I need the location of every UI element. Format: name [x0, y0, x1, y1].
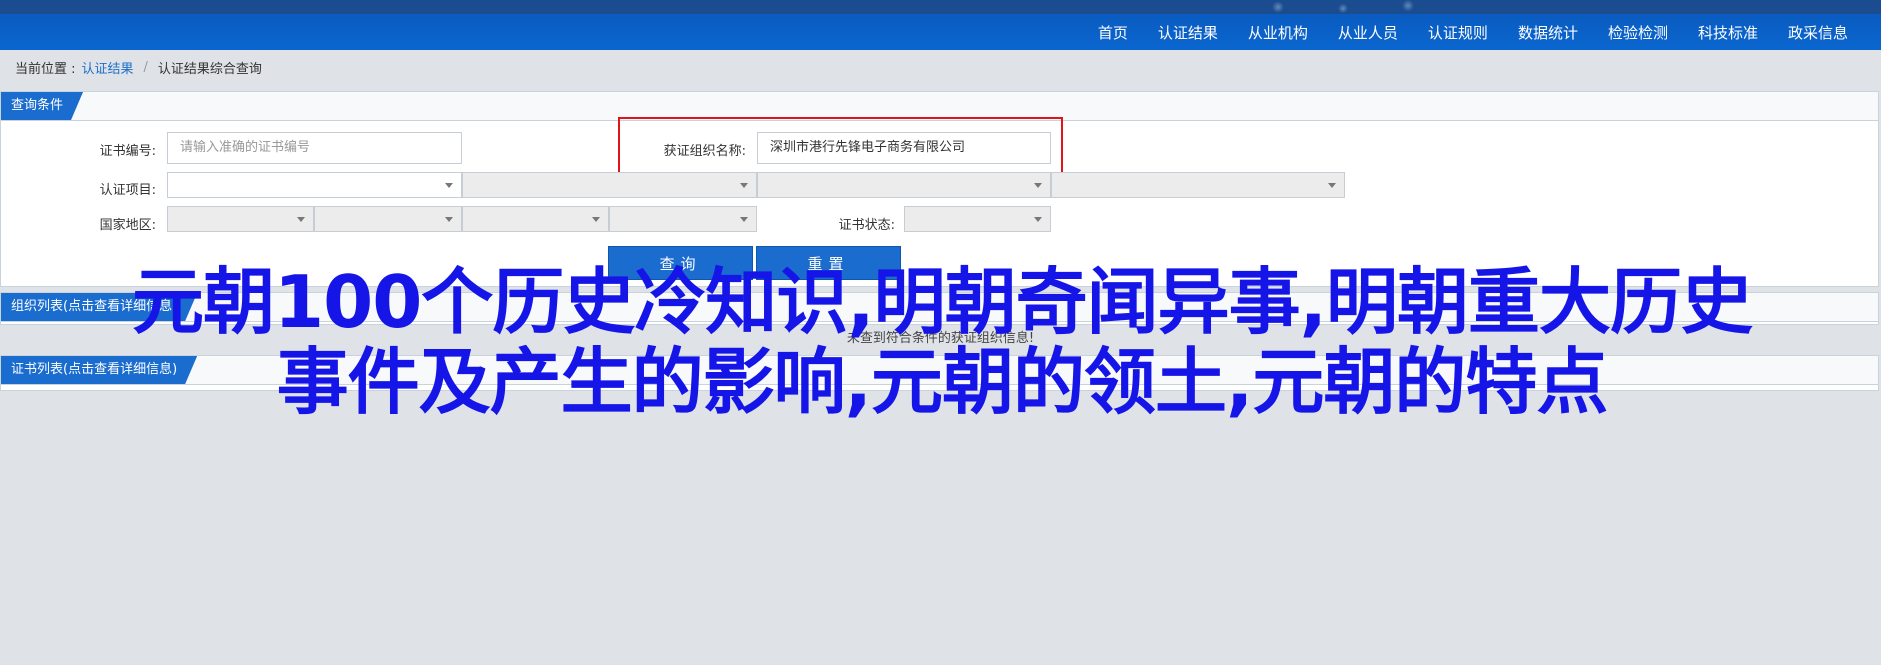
- overlay-line-1: 元朝100个历史冷知识,明朝奇闻异事,明朝重大历史: [132, 260, 1753, 344]
- region-select-4[interactable]: [609, 206, 757, 232]
- project-select-1[interactable]: [167, 172, 462, 198]
- main-nav: 首页 认证结果 从业机构 从业人员 认证规则 数据统计 检验检测 科技标准 政采…: [1083, 14, 1863, 50]
- chevron-down-icon: [1034, 183, 1042, 188]
- breadcrumb-current: 认证结果综合查询: [157, 62, 262, 77]
- project-select-4[interactable]: [1051, 172, 1345, 198]
- nav-standards[interactable]: 科技标准: [1683, 22, 1773, 43]
- project-select-2[interactable]: [462, 172, 757, 198]
- query-panel-title: 查询条件: [1, 92, 83, 120]
- region-select-3[interactable]: [462, 206, 609, 232]
- chevron-down-icon: [740, 183, 748, 188]
- nav-statistics[interactable]: 数据统计: [1503, 22, 1593, 43]
- header-strip: [0, 0, 1881, 14]
- region-select-1[interactable]: [167, 206, 314, 232]
- nav-home[interactable]: 首页: [1083, 22, 1143, 43]
- overlay-title: 元朝100个历史冷知识,明朝奇闻异事,明朝重大历史 事件及产生的影响,元朝的领土…: [12, 262, 1872, 422]
- status-select[interactable]: [904, 206, 1051, 232]
- highlight-box: [618, 117, 1063, 176]
- chevron-down-icon: [592, 217, 600, 222]
- cert-no-label: 证书编号:: [99, 144, 156, 159]
- breadcrumb-label: 当前位置 :: [15, 62, 76, 77]
- region-label: 国家地区:: [99, 218, 156, 233]
- project-label: 认证项目:: [99, 183, 156, 198]
- cert-no-input[interactable]: 请输入准确的证书编号: [167, 132, 462, 164]
- nav-practitioners[interactable]: 从业人员: [1323, 22, 1413, 43]
- chevron-down-icon: [445, 183, 453, 188]
- nav-cert-rules[interactable]: 认证规则: [1413, 22, 1503, 43]
- project-select-3[interactable]: [757, 172, 1051, 198]
- header-decoration: [1200, 0, 1460, 14]
- breadcrumb: 当前位置 : 认证结果 / 认证结果综合查询: [15, 58, 262, 77]
- breadcrumb-link[interactable]: 认证结果: [82, 58, 134, 77]
- chevron-down-icon: [445, 217, 453, 222]
- chevron-down-icon: [297, 217, 305, 222]
- status-label: 证书状态:: [838, 218, 895, 233]
- nav-institutions[interactable]: 从业机构: [1233, 22, 1323, 43]
- region-select-2[interactable]: [314, 206, 462, 232]
- chevron-down-icon: [740, 217, 748, 222]
- nav-cert-results[interactable]: 认证结果: [1143, 22, 1233, 43]
- top-nav-bar: 首页 认证结果 从业机构 从业人员 认证规则 数据统计 检验检测 科技标准 政采…: [0, 0, 1881, 50]
- breadcrumb-separator: /: [143, 60, 148, 75]
- chevron-down-icon: [1328, 183, 1336, 188]
- nav-inspection[interactable]: 检验检测: [1593, 22, 1683, 43]
- nav-procurement[interactable]: 政采信息: [1773, 22, 1863, 43]
- overlay-line-2: 事件及产生的影响,元朝的领土,元朝的特点: [276, 340, 1609, 424]
- chevron-down-icon: [1034, 217, 1042, 222]
